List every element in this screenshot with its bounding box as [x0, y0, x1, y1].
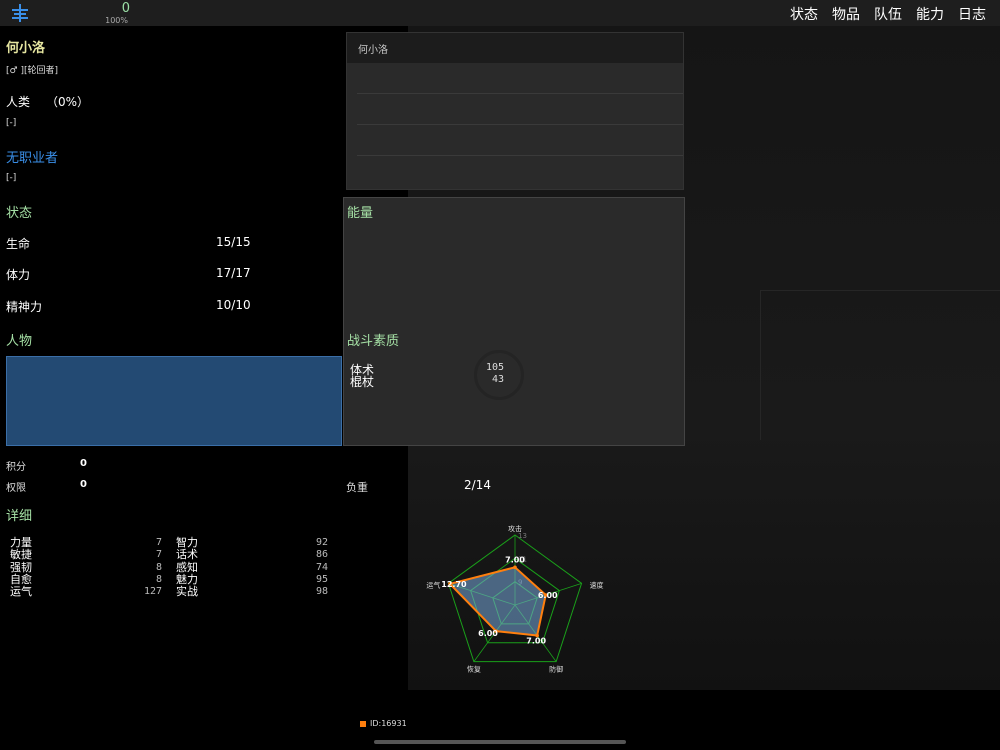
home-indicator[interactable]	[374, 740, 626, 744]
load-label: 负重	[346, 481, 368, 494]
attr-value: 92	[315, 537, 328, 548]
attr-value: 7	[155, 537, 162, 548]
panel-divider	[357, 155, 683, 156]
panel-divider	[357, 124, 683, 125]
radar-axis-label: 运气	[426, 580, 440, 589]
combat-staff-label: 棍杖	[350, 375, 375, 389]
radar-axis-label: 恢复	[467, 665, 481, 674]
details-title: 详细	[6, 509, 33, 524]
resource-percent: 100%	[105, 16, 128, 25]
resource-counter: 0	[121, 1, 130, 16]
radar-data-label: 6.00	[538, 591, 558, 600]
name-panel-title: 何小洛	[347, 33, 683, 63]
combat-skill-value: 105	[485, 362, 504, 373]
radar-series-area	[448, 566, 547, 637]
radar-axis-label: 攻击	[508, 524, 522, 533]
race-extra: [-]	[6, 118, 17, 128]
nav-team[interactable]: 队伍	[874, 4, 902, 24]
attr-name: 话术	[176, 548, 198, 562]
legend-swatch	[360, 720, 366, 727]
top-bar: 0 100% 状态 物品 队伍 能力 日志	[0, 0, 1000, 26]
attr-value: 8	[155, 573, 162, 585]
background-decoration	[830, 228, 940, 258]
attr-value: 98	[315, 586, 328, 598]
character-title: 人物	[6, 334, 33, 349]
authority-value: 0	[80, 479, 87, 490]
points-label: 积分	[6, 462, 26, 473]
radar-data-label: 6.00	[478, 629, 498, 638]
nav-items[interactable]: 物品	[832, 4, 860, 24]
attr-name: 实战	[176, 585, 198, 599]
background-line	[760, 290, 761, 440]
radar-data-label: 12.70	[441, 580, 467, 589]
attr-value: 127	[143, 586, 162, 598]
radar-data-label: 7.00	[505, 555, 525, 564]
details-table: 力量 7 智力 92 敏捷 7 话术 86 强韧 8 感知 74 自愈 8 魅力…	[10, 536, 328, 598]
attr-value: 95	[315, 573, 328, 585]
energy-title: 能量	[347, 206, 374, 221]
attr-name: 运气	[10, 585, 32, 599]
race-label: 人类	[6, 95, 31, 109]
combat-title: 战斗素质	[347, 334, 400, 349]
attr-value: 74	[315, 561, 328, 573]
attr-name: 敏捷	[10, 548, 32, 562]
status-title: 状态	[6, 206, 33, 221]
attr-value: 8	[155, 561, 162, 573]
attr-value: 7	[155, 549, 162, 561]
radar-point	[513, 565, 517, 570]
job-extra: [-]	[6, 173, 17, 183]
panel-divider	[357, 93, 683, 94]
table-row: 敏捷 7 话术 86	[10, 549, 328, 561]
race-percent: （0%）	[46, 95, 90, 109]
radar-ring-label: 13	[518, 532, 527, 540]
nav-status[interactable]: 状态	[790, 4, 818, 24]
stamina-value: 17/17	[216, 266, 251, 280]
spirit-value: 10/10	[216, 298, 251, 312]
attr-value: 86	[315, 549, 328, 561]
character-tag: [♂ ][轮回者]	[6, 66, 58, 76]
nav-log[interactable]: 日志	[958, 4, 986, 24]
stamina-label: 体力	[6, 268, 31, 282]
energy-panel	[343, 197, 685, 446]
radar-chart: 91113攻击速度防御恢复运气7.006.007.006.0012.70	[426, 524, 604, 674]
app-logo-icon[interactable]	[10, 3, 30, 23]
table-row: 自愈 8 魅力 95	[10, 573, 328, 586]
radar-data-label: 7.00	[526, 636, 546, 645]
name-panel: 何小洛	[346, 32, 684, 190]
job-title[interactable]: 无职业者	[6, 147, 58, 166]
authority-label: 权限	[6, 483, 26, 494]
background-line	[760, 290, 1000, 291]
character-name: 何小洛	[6, 41, 46, 56]
load-value: 2/14	[464, 478, 491, 492]
spirit-label: 精神力	[6, 300, 43, 314]
points-value: 0	[80, 458, 87, 469]
radar-axis-label: 速度	[590, 580, 604, 589]
legend-label: ID:16931	[370, 719, 407, 728]
nav-abilities[interactable]: 能力	[916, 4, 944, 24]
main-nav: 状态 物品 队伍 能力 日志	[790, 4, 986, 24]
table-row: 运气 127 实战 98	[10, 586, 328, 598]
legend: ID:16931	[360, 719, 407, 728]
combat-staff-value: 43	[491, 374, 504, 385]
hp-label: 生命	[6, 237, 31, 251]
character-portrait-panel[interactable]	[6, 356, 342, 446]
table-row: 强韧 8 感知 74	[10, 561, 328, 574]
radar-axis-label: 防御	[549, 665, 563, 674]
table-row: 力量 7 智力 92	[10, 536, 328, 549]
hp-value: 15/15	[216, 235, 251, 249]
